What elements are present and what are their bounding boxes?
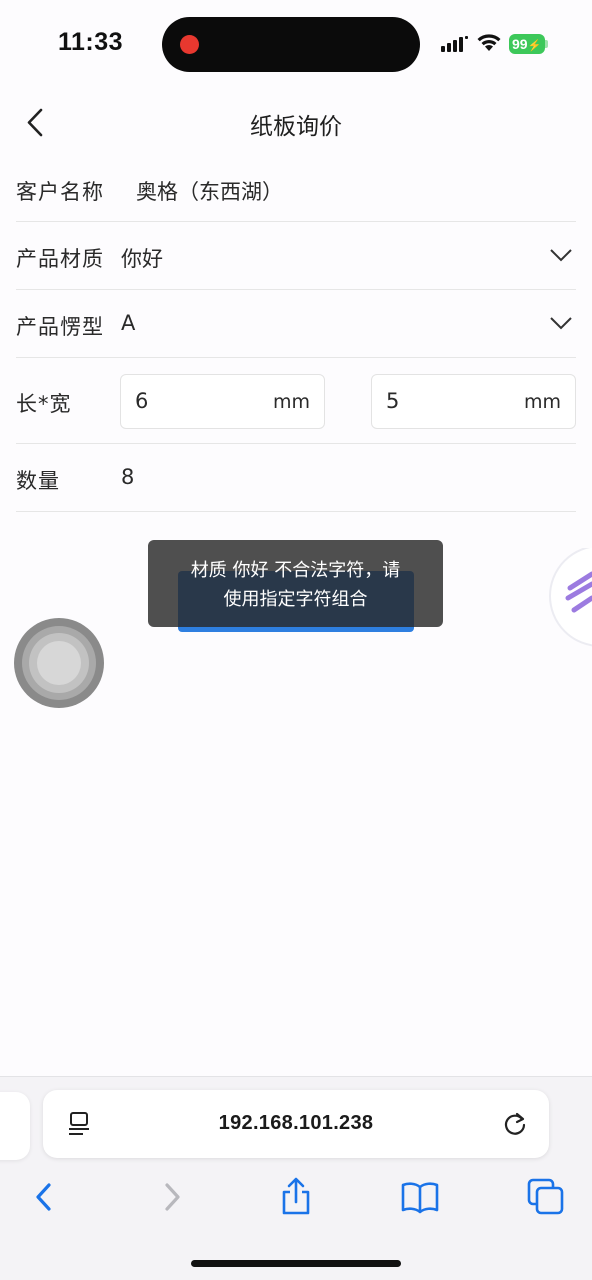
length-input[interactable]: 6 mm [120, 374, 325, 429]
material-label: 产品材质 [16, 247, 104, 271]
previous-tab-preview[interactable] [0, 1092, 30, 1160]
width-value: 5 [386, 389, 400, 413]
wifi-icon [477, 34, 501, 51]
quantity-value[interactable]: 8 [121, 465, 134, 489]
battery-tip [545, 40, 548, 48]
width-input[interactable]: 5 mm [371, 374, 576, 429]
screen: 11:33 99⚡ 纸板询价 客户名称 奥格（东西湖） 产品材质 你好 产品愣型… [0, 0, 592, 1280]
size-row: 长*宽 6 mm 5 mm [16, 358, 576, 444]
material-select[interactable]: 产品材质 你好 [16, 222, 576, 290]
reload-icon[interactable] [501, 1110, 529, 1138]
status-bar: 11:33 99⚡ [0, 0, 592, 88]
chevron-down-icon[interactable] [550, 316, 572, 330]
toast-line-2: 使用指定字符组合 [223, 589, 368, 610]
url-text[interactable]: 192.168.101.238 [43, 1112, 549, 1135]
address-bar[interactable]: 192.168.101.238 [43, 1090, 549, 1158]
back-arrow-icon[interactable] [24, 1177, 64, 1217]
battery-icon: 99⚡ [509, 34, 545, 54]
battery-level: 99 [512, 36, 528, 52]
cellular-signal-icon [441, 36, 468, 52]
customer-value: 奥格（东西湖） [136, 180, 283, 204]
status-time: 11:33 [58, 28, 124, 56]
page-title: 纸板询价 [250, 114, 342, 140]
flute-value: A [121, 311, 136, 335]
home-indicator[interactable] [191, 1260, 401, 1267]
quantity-label: 数量 [16, 469, 60, 493]
forward-arrow-icon[interactable] [152, 1177, 192, 1217]
customer-label: 客户名称 [16, 180, 104, 204]
recording-indicator-icon [180, 35, 199, 54]
customer-row: 客户名称 奥格（东西湖） [16, 154, 576, 222]
length-value: 6 [135, 389, 149, 413]
dynamic-island [162, 17, 420, 72]
material-value: 你好 [121, 247, 163, 271]
tabs-icon[interactable] [526, 1177, 566, 1217]
bookmarks-icon[interactable] [400, 1177, 440, 1217]
width-unit: mm [523, 391, 561, 413]
quantity-row[interactable]: 数量 8 [16, 444, 576, 512]
floating-widget-icon[interactable] [548, 548, 592, 648]
share-icon[interactable] [276, 1177, 316, 1217]
flute-select[interactable]: 产品愣型 A [16, 290, 576, 358]
chevron-down-icon[interactable] [550, 248, 572, 262]
nav-header: 纸板询价 [0, 95, 592, 151]
length-unit: mm [272, 391, 310, 413]
browser-toolbar: 192.168.101.238 [0, 1076, 592, 1280]
toast-line-1: 材质 你好 不合法字符，请 [190, 560, 401, 581]
flute-label: 产品愣型 [16, 315, 104, 339]
error-toast: 材质 你好 不合法字符，请 使用指定字符组合 [148, 540, 443, 627]
assistive-touch-button[interactable] [14, 618, 104, 708]
size-label: 长*宽 [16, 392, 72, 416]
